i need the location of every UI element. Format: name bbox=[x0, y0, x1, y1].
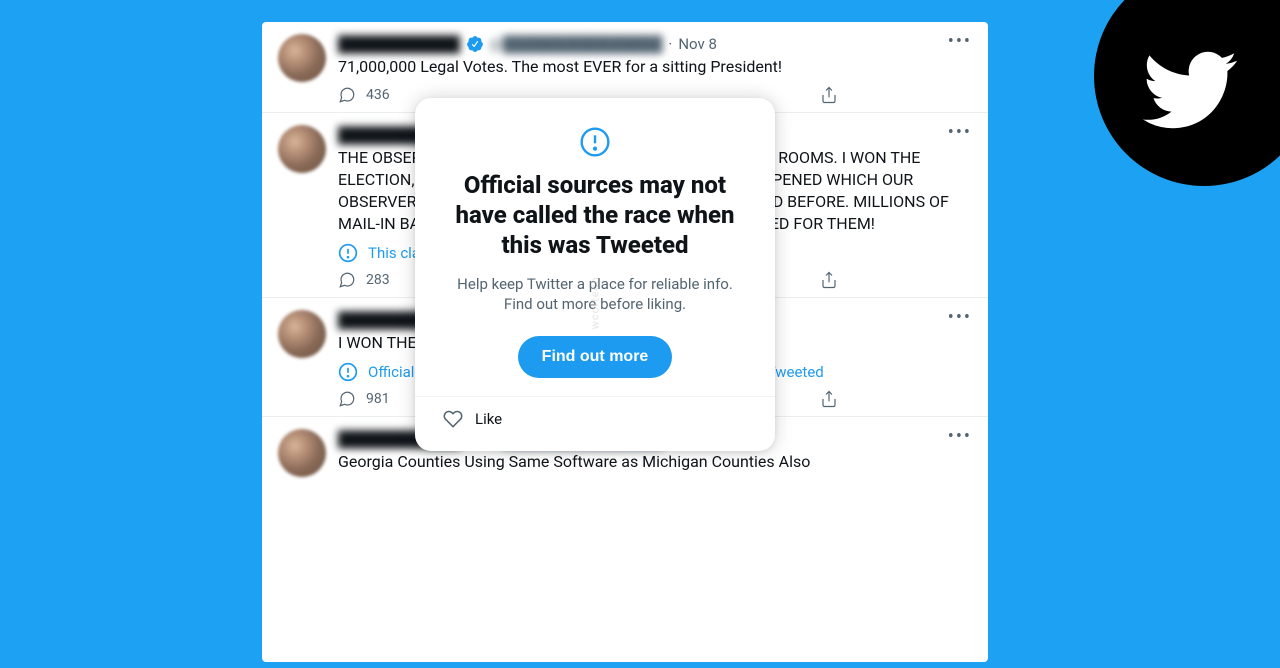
avatar[interactable] bbox=[278, 310, 326, 358]
share-button[interactable] bbox=[820, 86, 838, 104]
share-button[interactable] bbox=[820, 390, 838, 408]
reply-button[interactable]: 981 bbox=[338, 390, 390, 408]
tweet-body: ████████████ @███████████████ · Nov 8 71… bbox=[338, 34, 972, 104]
share-icon bbox=[820, 86, 838, 104]
tweet-text: 71,000,000 Legal Votes. The most EVER fo… bbox=[338, 56, 972, 78]
more-button[interactable]: ••• bbox=[948, 36, 972, 48]
like-label: Like bbox=[475, 410, 502, 428]
handle[interactable]: @███████████████ bbox=[490, 34, 663, 54]
share-icon bbox=[820, 271, 838, 289]
share-button[interactable] bbox=[820, 271, 838, 289]
avatar[interactable] bbox=[278, 125, 326, 173]
warning-icon bbox=[579, 126, 611, 158]
tweet-date[interactable]: Nov 8 bbox=[678, 34, 717, 54]
reply-button[interactable]: 436 bbox=[338, 86, 390, 104]
twitter-bird-icon bbox=[1143, 43, 1237, 137]
separator-dot: · bbox=[668, 34, 672, 54]
tweet-text: Georgia Counties Using Same Software as … bbox=[338, 451, 972, 473]
warning-icon bbox=[338, 243, 358, 263]
twitter-brand-badge bbox=[1094, 0, 1280, 186]
reply-count: 283 bbox=[366, 272, 390, 288]
display-name[interactable]: ████████████ bbox=[338, 34, 460, 54]
misinformation-modal: Official sources may not have called the… bbox=[415, 98, 775, 451]
reply-count: 981 bbox=[366, 391, 390, 407]
reply-icon bbox=[338, 86, 356, 104]
like-button[interactable]: Like bbox=[415, 396, 775, 433]
avatar[interactable] bbox=[278, 429, 326, 477]
share-icon bbox=[820, 390, 838, 408]
verified-icon bbox=[466, 35, 484, 53]
modal-subtitle: Help keep Twitter a place for reliable i… bbox=[443, 274, 747, 314]
heart-icon bbox=[443, 409, 463, 429]
reply-count: 436 bbox=[366, 87, 390, 103]
more-button[interactable]: ••• bbox=[948, 431, 972, 443]
warning-icon bbox=[338, 362, 358, 382]
modal-title: Official sources may not have called the… bbox=[443, 170, 747, 260]
tweet-header: ████████████ @███████████████ · Nov 8 bbox=[338, 34, 972, 54]
more-button[interactable]: ••• bbox=[948, 127, 972, 139]
canvas: ████████████ @███████████████ · Nov 8 71… bbox=[0, 0, 1280, 668]
find-out-more-button[interactable]: Find out more bbox=[518, 336, 673, 378]
reply-icon bbox=[338, 390, 356, 408]
reply-button[interactable]: 283 bbox=[338, 271, 390, 289]
avatar[interactable] bbox=[278, 34, 326, 82]
more-button[interactable]: ••• bbox=[948, 312, 972, 324]
reply-icon bbox=[338, 271, 356, 289]
